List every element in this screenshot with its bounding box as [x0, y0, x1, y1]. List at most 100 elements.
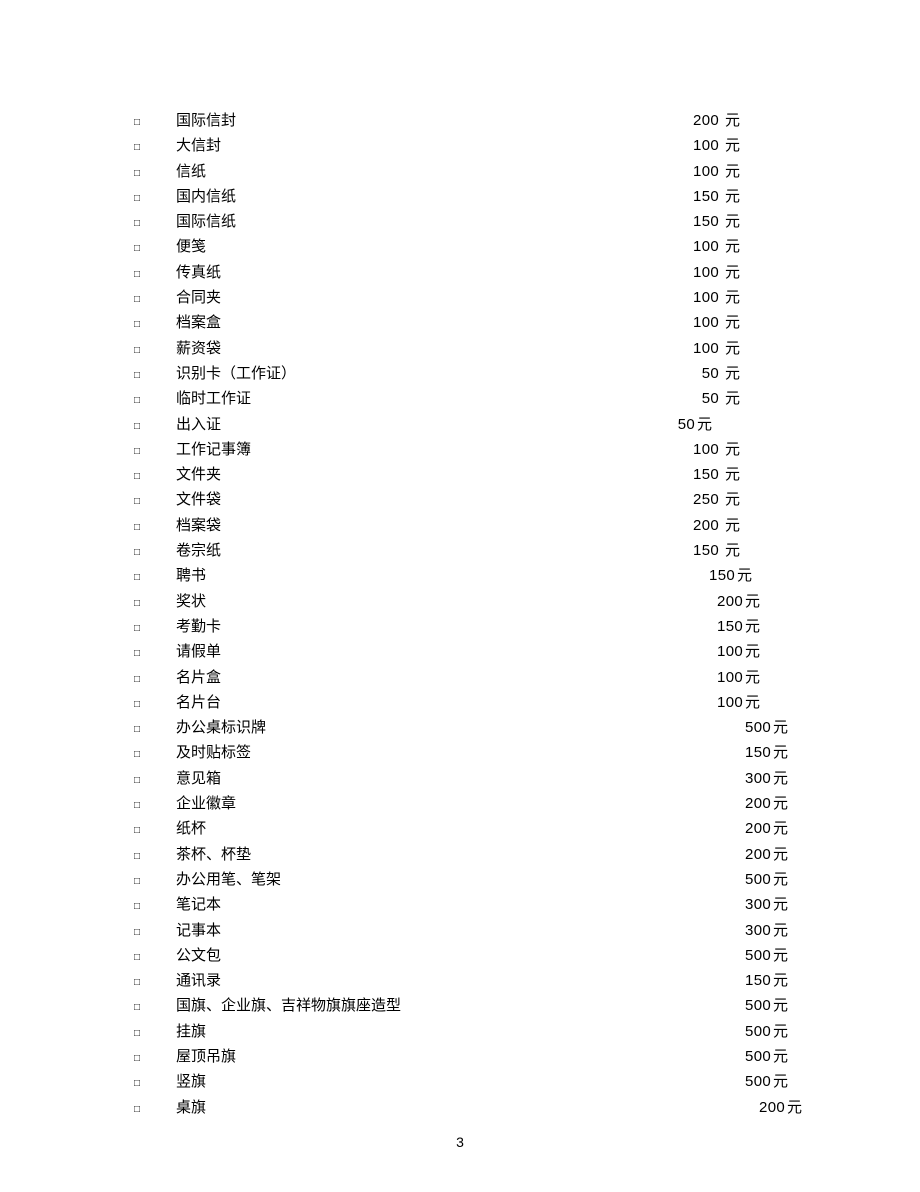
- item-name: 挂旗: [176, 1020, 620, 1045]
- list-item: □出入证50元: [134, 412, 740, 437]
- checkbox-icon: □: [134, 1097, 176, 1122]
- item-price-block: 500元: [668, 867, 788, 893]
- list-item: □名片台100元: [134, 690, 740, 715]
- item-price-block: 500元: [668, 993, 788, 1019]
- item-unit: 元: [725, 514, 740, 539]
- checkbox-icon: □: [134, 414, 176, 439]
- list-item: □文件袋250元: [134, 487, 740, 512]
- checkbox-icon: □: [134, 970, 176, 995]
- item-name: 屋顶吊旗: [176, 1045, 620, 1070]
- checkbox-icon: □: [134, 236, 176, 261]
- item-price-block: 200元: [668, 816, 788, 842]
- item-price-block: 150元: [620, 462, 740, 488]
- item-price: 200: [693, 108, 719, 133]
- list-item: □大信封100元: [134, 133, 740, 158]
- item-price: 500: [745, 1044, 771, 1069]
- item-price: 100: [693, 336, 719, 361]
- item-price-block: 50元: [620, 386, 740, 412]
- item-unit: 元: [725, 134, 740, 159]
- item-price: 200: [745, 816, 771, 841]
- item-name: 记事本: [176, 919, 620, 944]
- item-unit: 元: [773, 792, 788, 817]
- item-name: 名片盒: [176, 666, 620, 691]
- item-price-block: 100元: [640, 690, 760, 716]
- item-name: 企业徽章: [176, 792, 620, 817]
- list-item: □聘书150元: [134, 563, 740, 588]
- item-unit: 元: [773, 767, 788, 792]
- item-unit: 元: [787, 1096, 802, 1121]
- item-price: 200: [745, 842, 771, 867]
- checkbox-icon: □: [134, 692, 176, 717]
- item-name: 卷宗纸: [176, 539, 620, 564]
- item-unit: 元: [773, 1020, 788, 1045]
- item-price: 100: [693, 260, 719, 285]
- checkbox-icon: □: [134, 312, 176, 337]
- item-price: 100: [693, 310, 719, 335]
- document-page: □国际信封200元□大信封100元□信纸100元□国内信纸150元□国际信纸15…: [0, 0, 920, 1192]
- item-price: 100: [693, 133, 719, 158]
- item-unit: 元: [725, 235, 740, 260]
- item-price: 300: [745, 766, 771, 791]
- page-number: 3: [0, 1134, 920, 1150]
- item-unit: 元: [725, 261, 740, 286]
- item-price-block: 500元: [668, 1069, 788, 1095]
- item-price: 500: [745, 867, 771, 892]
- item-price: 200: [759, 1095, 785, 1120]
- item-name: 名片台: [176, 691, 620, 716]
- item-unit: 元: [773, 741, 788, 766]
- item-price-block: 200元: [668, 842, 788, 868]
- item-price: 150: [693, 538, 719, 563]
- item-unit: 元: [745, 590, 760, 615]
- item-unit: 元: [725, 311, 740, 336]
- item-price-block: 150元: [668, 740, 788, 766]
- item-name: 临时工作证: [176, 387, 620, 412]
- checkbox-icon: □: [134, 135, 176, 160]
- item-price-block: 500元: [668, 715, 788, 741]
- item-price: 150: [693, 209, 719, 234]
- item-price: 150: [709, 563, 735, 588]
- item-unit: 元: [773, 1070, 788, 1095]
- item-unit: 元: [773, 893, 788, 918]
- item-price-block: 100元: [640, 639, 760, 665]
- list-item: □国内信纸150元: [134, 184, 740, 209]
- checkbox-icon: □: [134, 995, 176, 1020]
- list-item: □办公桌标识牌500元: [134, 715, 740, 740]
- checkbox-icon: □: [134, 363, 176, 388]
- item-name: 薪资袋: [176, 337, 620, 362]
- item-price-block: 100元: [620, 310, 740, 336]
- checkbox-icon: □: [134, 945, 176, 970]
- item-unit: 元: [773, 868, 788, 893]
- checkbox-icon: □: [134, 894, 176, 919]
- checkbox-icon: □: [134, 1071, 176, 1096]
- checkbox-icon: □: [134, 844, 176, 869]
- list-item: □档案盒100元: [134, 310, 740, 335]
- item-unit: 元: [773, 944, 788, 969]
- checkbox-icon: □: [134, 818, 176, 843]
- item-name: 国旗、企业旗、吉祥物旗旗座造型: [176, 994, 620, 1019]
- item-unit: 元: [725, 488, 740, 513]
- list-item: □信纸100元: [134, 159, 740, 184]
- item-price: 500: [745, 1069, 771, 1094]
- list-item: □国旗、企业旗、吉祥物旗旗座造型500元: [134, 993, 740, 1018]
- item-price-block: 500元: [668, 1044, 788, 1070]
- item-price: 150: [717, 614, 743, 639]
- item-price: 200: [717, 589, 743, 614]
- list-item: □公文包500元: [134, 943, 740, 968]
- list-item: □记事本300元: [134, 918, 740, 943]
- list-item: □请假单100元: [134, 639, 740, 664]
- list-item: □识别卡（工作证）50元: [134, 361, 740, 386]
- checkbox-icon: □: [134, 489, 176, 514]
- item-unit: 元: [725, 337, 740, 362]
- checkbox-icon: □: [134, 641, 176, 666]
- list-item: □档案袋200元: [134, 513, 740, 538]
- item-unit: 元: [725, 463, 740, 488]
- item-unit: 元: [725, 438, 740, 463]
- item-price-block: 300元: [668, 892, 788, 918]
- item-unit: 元: [737, 564, 752, 589]
- item-unit: 元: [773, 919, 788, 944]
- item-price: 100: [693, 285, 719, 310]
- item-name: 及时贴标签: [176, 741, 620, 766]
- item-unit: 元: [725, 109, 740, 134]
- checkbox-icon: □: [134, 768, 176, 793]
- item-name: 纸杯: [176, 817, 620, 842]
